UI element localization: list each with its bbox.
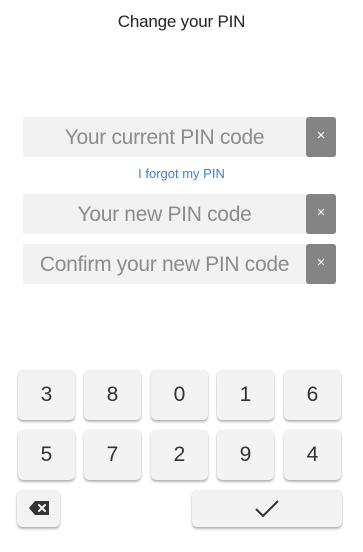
- keypad-key[interactable]: 2: [151, 430, 208, 480]
- backspace-icon: [28, 501, 49, 515]
- keypad-key[interactable]: 1: [217, 370, 274, 420]
- keypad-key[interactable]: 4: [284, 430, 341, 480]
- checkmark-icon: [255, 500, 279, 518]
- clear-current-pin-button[interactable]: ×: [306, 117, 336, 157]
- keypad-key[interactable]: 7: [84, 430, 141, 480]
- keypad-key[interactable]: 5: [18, 430, 75, 480]
- confirm-pin-field[interactable]: Confirm your new PIN code ×: [23, 244, 336, 284]
- clear-confirm-pin-button[interactable]: ×: [306, 244, 336, 284]
- keypad-key[interactable]: 9: [217, 430, 274, 480]
- new-pin-placeholder: Your new PIN code: [77, 203, 252, 226]
- confirm-button[interactable]: [192, 490, 342, 527]
- keypad-key[interactable]: 8: [84, 370, 141, 420]
- keypad-key[interactable]: 0: [151, 370, 208, 420]
- keypad-key[interactable]: 3: [18, 370, 75, 420]
- page-title: Change your PIN: [117, 12, 246, 31]
- forgot-pin-link[interactable]: I forgot my PIN: [0, 166, 363, 181]
- confirm-pin-placeholder: Confirm your new PIN code: [39, 253, 290, 276]
- current-pin-placeholder: Your current PIN code: [64, 126, 265, 149]
- clear-new-pin-button[interactable]: ×: [306, 194, 336, 234]
- backspace-button[interactable]: [17, 490, 60, 527]
- new-pin-field[interactable]: Your new PIN code ×: [23, 194, 336, 234]
- current-pin-field[interactable]: Your current PIN code ×: [23, 117, 336, 157]
- keypad-key[interactable]: 6: [284, 370, 341, 420]
